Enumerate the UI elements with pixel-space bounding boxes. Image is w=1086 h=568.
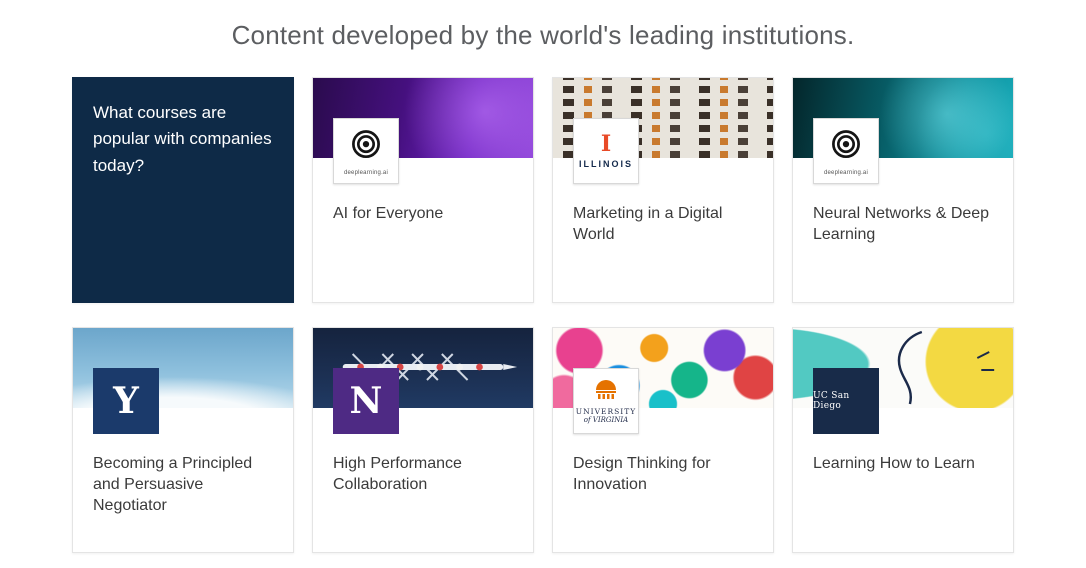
course-card-neural-networks[interactable]: deeplearning.ai Neural Networks & Deep L… [792, 77, 1014, 303]
course-title: Design Thinking for Innovation [573, 454, 753, 496]
deeplearning-ai-logo: deeplearning.ai [813, 118, 879, 184]
course-title: AI for Everyone [333, 204, 513, 225]
page-title: Content developed by the world's leading… [0, 0, 1086, 51]
university-of-virginia-logo: UNIVERSITY of VIRGINIA [573, 368, 639, 434]
course-title: Neural Networks & Deep Learning [813, 204, 993, 246]
course-card-learning-how-to-learn[interactable]: UC San Diego Learning How to Learn [792, 327, 1014, 553]
course-title: Marketing in a Digital World [573, 204, 753, 246]
uva-logo-text-line2: of VIRGINIA [584, 416, 628, 424]
uc-san-diego-logo: UC San Diego [813, 368, 879, 434]
course-card-persuasive-negotiator[interactable]: Y Becoming a Principled and Persuasive N… [72, 327, 294, 553]
course-title: Learning How to Learn [813, 454, 993, 475]
course-title: High Performance Collaboration [333, 454, 513, 496]
university-of-illinois-logo: I ILLINOIS [573, 118, 639, 184]
course-title: Becoming a Principled and Persuasive Neg… [93, 454, 273, 516]
yale-logo: Y [93, 368, 159, 434]
deeplearning-spiral-icon [348, 127, 384, 168]
course-card-grid: What courses are popular with companies … [72, 77, 1014, 553]
deeplearning-ai-logo-text: deeplearning.ai [824, 170, 868, 176]
promo-card-popular-courses: What courses are popular with companies … [72, 77, 294, 303]
course-card-ai-for-everyone[interactable]: deeplearning.ai AI for Everyone [312, 77, 534, 303]
uva-logo-text-line1: UNIVERSITY [576, 407, 636, 416]
yale-y-icon: Y [113, 383, 139, 419]
northwestern-n-icon: N [350, 383, 383, 419]
deeplearning-ai-logo: deeplearning.ai [333, 118, 399, 184]
deeplearning-ai-logo-text: deeplearning.ai [344, 170, 388, 176]
promo-card-text: What courses are popular with companies … [93, 103, 272, 175]
illinois-logo-text: ILLINOIS [579, 159, 633, 169]
course-card-design-thinking[interactable]: UNIVERSITY of VIRGINIA Design Thinking f… [552, 327, 774, 553]
course-card-marketing-digital-world[interactable]: I ILLINOIS Marketing in a Digital World [552, 77, 774, 303]
institutions-section: Content developed by the world's leading… [0, 0, 1086, 568]
illinois-block-i-icon: I [601, 133, 611, 155]
deeplearning-spiral-icon [828, 127, 864, 168]
uva-rotunda-icon [592, 378, 620, 405]
ucsd-logo-text: UC San Diego [813, 391, 879, 411]
course-card-high-performance-collaboration[interactable]: N High Performance Collaboration [312, 327, 534, 553]
northwestern-logo: N [333, 368, 399, 434]
